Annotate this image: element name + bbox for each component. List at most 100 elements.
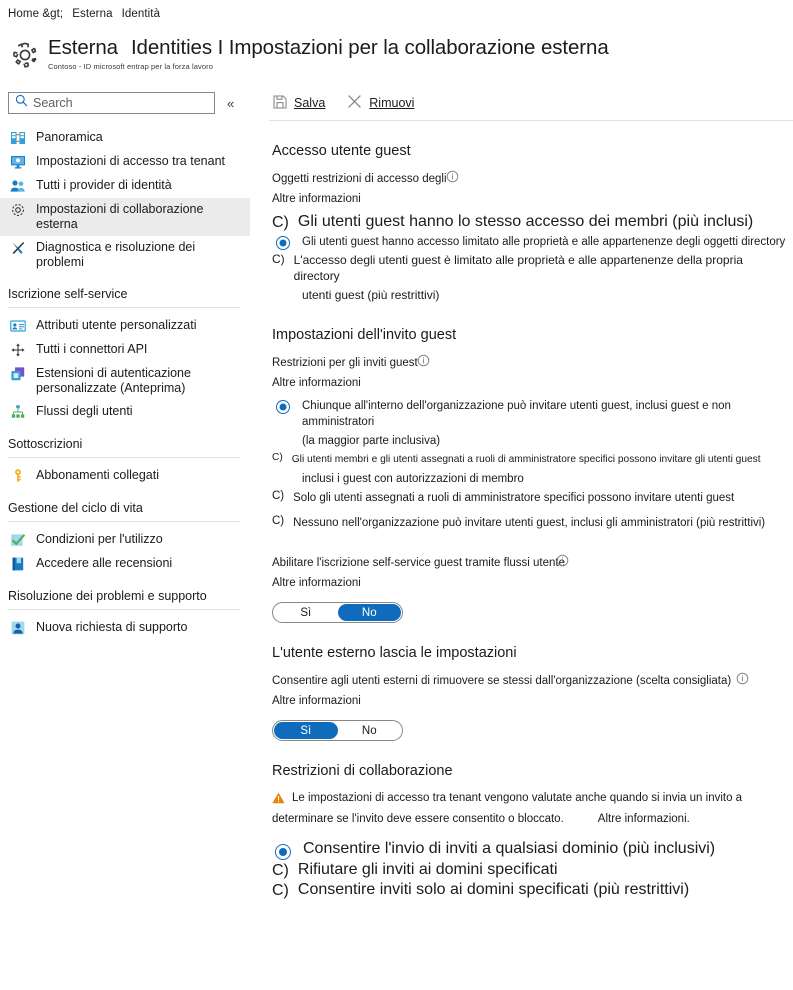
self-service-toggle[interactable]: Sì No [272,602,403,623]
radio-option[interactable]: C) Nessuno nell'organizzazione può invit… [272,514,789,532]
save-icon [273,94,287,112]
gear-icon [10,202,26,218]
sidebar-section-title: Risoluzione dei problemi e supporto [8,589,207,603]
radio-option[interactable]: C) L'accesso degli utenti guest è limita… [272,251,789,305]
external-leave-field-text: Consentire agli utenti esterni di rimuov… [272,674,732,687]
search-input[interactable] [33,96,208,110]
external-leave-field-label: Consentire agli utenti esterni di rimuov… [272,672,789,690]
toggle-option-yes[interactable]: Sì [274,722,338,739]
search-box[interactable] [8,92,215,114]
collab-warning: Le impostazioni di accesso tra tenant ve… [272,790,789,828]
sidebar-item-label: Nuova richiesta di supporto [36,620,188,634]
page-title-main: Identities I Impostazioni per la collabo… [130,36,609,59]
learn-more-link[interactable]: Altre informazioni [272,695,361,707]
radio-option[interactable]: C) Gli utenti membri e gli utenti assegn… [272,451,789,489]
save-label: Salva [294,96,326,110]
info-icon[interactable] [556,554,569,572]
collapse-sidebar-button[interactable]: « [227,97,234,110]
info-icon[interactable] [446,170,459,188]
sidebar-item-impostazioni-accesso-tenant[interactable]: Impostazioni di accesso tra tenant [0,150,250,174]
radio-label-line2: utenti guest (più restrittivi) [302,288,440,302]
radio-label: Rifiutare gli inviti ai domini specifica… [297,861,558,878]
breadcrumb-item-identita[interactable]: Identità [122,8,161,20]
sidebar-item-label: Tutti i provider di identità [36,178,172,192]
learn-more-link[interactable]: Altre informazioni [272,577,361,589]
info-icon[interactable] [736,672,749,690]
toggle-option-yes[interactable]: Sì [274,604,338,621]
radio-label: Gli utenti guest hanno lo stesso accesso… [297,213,754,230]
sidebar: « Panoramica [0,92,250,990]
self-service-field-text: Abilitare l'iscrizione self-service gues… [272,556,566,569]
radio-unselected-icon: C) [272,452,283,463]
radio-label: Consentire inviti solo ai domini specifi… [297,881,690,898]
divider [8,457,240,458]
sidebar-item-label: Panoramica [36,130,103,144]
radio-unselected-icon: C) [272,252,285,266]
radio-label: Solo gli utenti assegnati a ruoli di amm… [293,492,735,504]
learn-more-link[interactable]: Altre informazioni [272,377,361,389]
main-content: Salva Rimuovi Accesso utente guest Ogget… [265,92,793,901]
toggle-option-no[interactable]: No [338,722,402,739]
collab-warning-line2: determinare se l'invito deve essere cons… [272,813,564,825]
sidebar-item-diagnostica-risoluzione-problemi[interactable]: Diagnostica e risoluzione dei problemi [0,236,250,274]
sidebar-item-impostazioni-collaborazione-esterna[interactable]: Impostazioni di collaborazione esterna [0,198,250,236]
page-header: Esterna Identities I Impostazioni per la … [8,36,609,72]
info-icon[interactable] [417,354,430,372]
search-row: « [0,92,250,114]
sidebar-section-title: Sottoscrizioni [8,437,83,451]
radio-selected-icon [276,236,290,250]
tools-icon [10,240,26,256]
search-icon [15,94,28,112]
sidebar-item-tutti-provider-identita[interactable]: Tutti i provider di identità [0,174,250,198]
sidebar-item-attributi-utente-personalizzati[interactable]: Attributi utente personalizzati [0,314,250,338]
sidebar-item-accedere-alle-recensioni[interactable]: Accedere alle recensioni [0,552,250,576]
sidebar-item-estensioni-autenticazione-personalizzate[interactable]: Estensioni di autenticazione personalizz… [0,362,250,400]
page-title-prefix: Esterna [48,36,118,59]
sidebar-item-tutti-connettori-api[interactable]: Tutti i connettori API [0,338,250,362]
radio-option[interactable]: Gli utenti guest hanno accesso limitato … [272,233,789,251]
divider [8,307,240,308]
section-title-external-leave: L'utente esterno lascia le impostazioni [272,645,517,661]
radio-option[interactable]: C) Solo gli utenti assegnati a ruoli di … [272,489,789,507]
remove-button[interactable]: Rimuovi [347,94,414,112]
breadcrumb: Home &gt; Esterna Identità [8,8,160,20]
radio-unselected-icon: C) [272,862,289,879]
radio-label-line2: inclusi i guest con autorizzazioni di me… [302,473,524,485]
page-title: Esterna Identities I Impostazioni per la … [48,36,609,60]
flow-icon [10,404,26,420]
remove-label: Rimuovi [369,96,415,110]
sidebar-item-nuova-richiesta-supporto[interactable]: Nuova richiesta di supporto [0,616,250,640]
radio-option[interactable]: Chiunque all'interno dell'organizzazione… [272,397,789,451]
sidebar-item-abbonamenti-collegati[interactable]: Abbonamenti collegati [0,464,250,488]
learn-more-link[interactable]: Altre informazioni [272,193,361,205]
radio-option[interactable]: C) Consentire inviti solo ai domini spec… [272,881,789,901]
page-subtitle: Contoso - ID microsoft entrap per la for… [48,62,213,71]
sidebar-item-label: Accedere alle recensioni [36,556,173,570]
toggle-option-no[interactable]: No [337,604,401,621]
overview-icon [10,130,26,146]
radio-unselected-icon: C) [272,490,285,502]
key-icon [10,468,26,484]
extension-icon [10,366,26,382]
sidebar-item-panoramica[interactable]: Panoramica [0,126,250,150]
save-button[interactable]: Salva [273,94,326,112]
command-bar: Salva Rimuovi [265,92,793,118]
learn-more-link[interactable]: Altre informazioni. [598,811,690,828]
breadcrumb-home[interactable]: Home &gt; [8,8,63,20]
person-support-icon [10,620,26,636]
sidebar-item-label: Impostazioni di collaborazione esterna [36,202,204,231]
guest-access-field-label: Oggetti restrizioni di accesso degli [272,170,789,188]
radio-option[interactable]: C) Gli utenti guest hanno lo stesso acce… [272,213,789,233]
external-leave-toggle[interactable]: Sì No [272,720,403,741]
sidebar-item-flussi-degli-utenti[interactable]: Flussi degli utenti [0,400,250,424]
sidebar-item-label: Diagnostica e risoluzione dei problemi [36,240,196,269]
divider [8,521,240,522]
radio-label: L'accesso degli utenti guest è limitato … [293,253,743,283]
breadcrumb-item-esterna[interactable]: Esterna [72,8,112,20]
sidebar-item-condizioni-per-utilizzo[interactable]: Condizioni per l'utilizzo [0,528,250,552]
radio-unselected-icon: C) [272,515,285,527]
sidebar-item-label: Attributi utente personalizzati [36,318,197,332]
sidebar-section-title: Gestione del ciclo di vita [8,501,143,515]
radio-option[interactable]: C) Rifiutare gli inviti ai domini specif… [272,861,789,881]
radio-option[interactable]: Consentire l'invio di inviti a qualsiasi… [272,840,789,861]
